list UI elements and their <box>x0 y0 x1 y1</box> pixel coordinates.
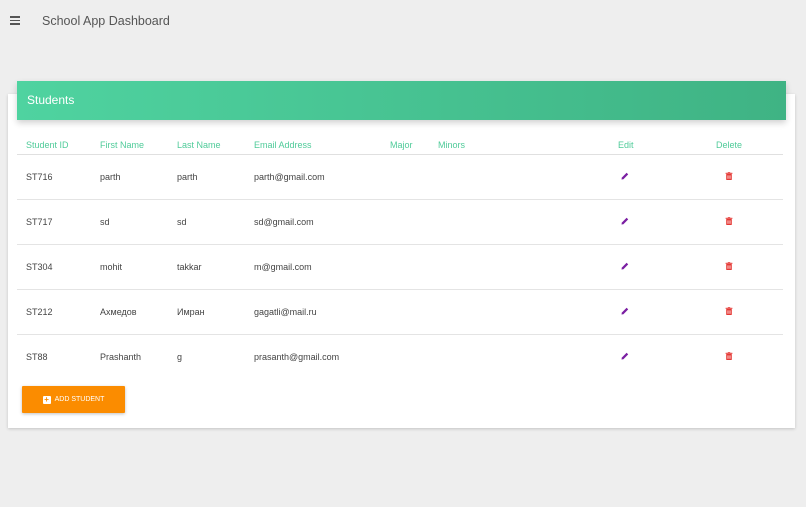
cell-major <box>381 199 429 245</box>
cell-email: sd@gmail.com <box>245 199 381 245</box>
cell-major <box>381 154 429 200</box>
cell-last-name: sd <box>168 199 245 245</box>
table-row: ST88 Prashanth g prasanth@gmail.com <box>17 335 783 380</box>
cell-edit <box>609 335 675 380</box>
cell-email: m@gmail.com <box>245 244 381 290</box>
cell-email: gagatli@mail.ru <box>245 289 381 335</box>
cell-major <box>381 289 429 335</box>
trash-icon[interactable] <box>724 351 734 361</box>
cell-first-name: Ахмедов <box>91 289 168 335</box>
trash-icon[interactable] <box>724 171 734 181</box>
students-table: Student ID First Name Last Name Email Ad… <box>17 135 783 379</box>
column-header-first-name[interactable]: First Name <box>91 135 168 155</box>
trash-icon[interactable] <box>724 306 734 316</box>
trash-icon[interactable] <box>724 261 734 271</box>
column-header-minors[interactable]: Minors <box>429 135 609 155</box>
card-title: Students <box>27 93 75 107</box>
cell-minors <box>429 244 609 290</box>
cell-edit <box>609 199 675 245</box>
cell-delete <box>675 199 783 245</box>
cell-first-name: sd <box>91 199 168 245</box>
cell-student-id: ST212 <box>17 289 91 335</box>
cell-major <box>381 244 429 290</box>
column-header-last-name[interactable]: Last Name <box>168 135 245 155</box>
students-card-header: Students <box>17 81 786 120</box>
column-header-email[interactable]: Email Address <box>245 135 381 155</box>
cell-last-name: takkar <box>168 244 245 290</box>
hamburger-menu-icon[interactable] <box>10 16 20 25</box>
cell-delete <box>675 335 783 380</box>
column-header-major[interactable]: Major <box>381 135 429 155</box>
add-student-button[interactable]: + ADD STUDENT <box>22 386 125 413</box>
cell-last-name: parth <box>168 154 245 200</box>
cell-email: prasanth@gmail.com <box>254 352 340 362</box>
cell-minors <box>429 199 609 245</box>
cell-minors <box>429 154 609 200</box>
cell-student-id: ST304 <box>17 244 91 290</box>
cell-edit <box>609 154 675 200</box>
cell-first-name: parth <box>91 154 168 200</box>
pencil-icon[interactable] <box>620 351 630 361</box>
pencil-icon[interactable] <box>620 261 630 271</box>
cell-first-name: mohit <box>91 244 168 290</box>
cell-delete <box>675 244 783 290</box>
cell-last-name: Имран <box>168 289 245 335</box>
cell-student-id: ST717 <box>17 199 91 245</box>
cell-first-name: Prashanth <box>100 352 142 362</box>
cell-delete <box>675 289 783 335</box>
cell-major <box>381 335 429 380</box>
column-header-edit: Edit <box>609 135 675 155</box>
cell-delete <box>675 154 783 200</box>
cell-minors <box>429 289 609 335</box>
pencil-icon[interactable] <box>620 306 630 316</box>
pencil-icon[interactable] <box>620 171 630 181</box>
table-header-row: Student ID First Name Last Name Email Ad… <box>17 135 783 155</box>
table-row: ST717 sd sd sd@gmail.com <box>17 199 783 245</box>
pencil-icon[interactable] <box>620 216 630 226</box>
table-row: ST212 Ахмедов Имран gagatli@mail.ru <box>17 289 783 335</box>
add-student-label: ADD STUDENT <box>54 396 105 403</box>
table-row: ST716 parth parth parth@gmail.com <box>17 154 783 200</box>
table-row: ST304 mohit takkar m@gmail.com <box>17 244 783 290</box>
trash-icon[interactable] <box>724 216 734 226</box>
plus-box-icon: + <box>42 394 51 404</box>
cell-edit <box>609 289 675 335</box>
column-header-student-id[interactable]: Student ID <box>17 135 91 155</box>
column-header-delete: Delete <box>675 135 783 155</box>
cell-student-id: ST716 <box>17 154 91 200</box>
cell-edit <box>609 244 675 290</box>
app-title: School App Dashboard <box>42 14 170 28</box>
app-bar: School App Dashboard <box>0 0 806 42</box>
cell-last-name: g <box>177 352 183 362</box>
cell-minors <box>429 335 609 380</box>
cell-student-id: ST88 <box>26 352 48 362</box>
cell-email: parth@gmail.com <box>245 154 381 200</box>
